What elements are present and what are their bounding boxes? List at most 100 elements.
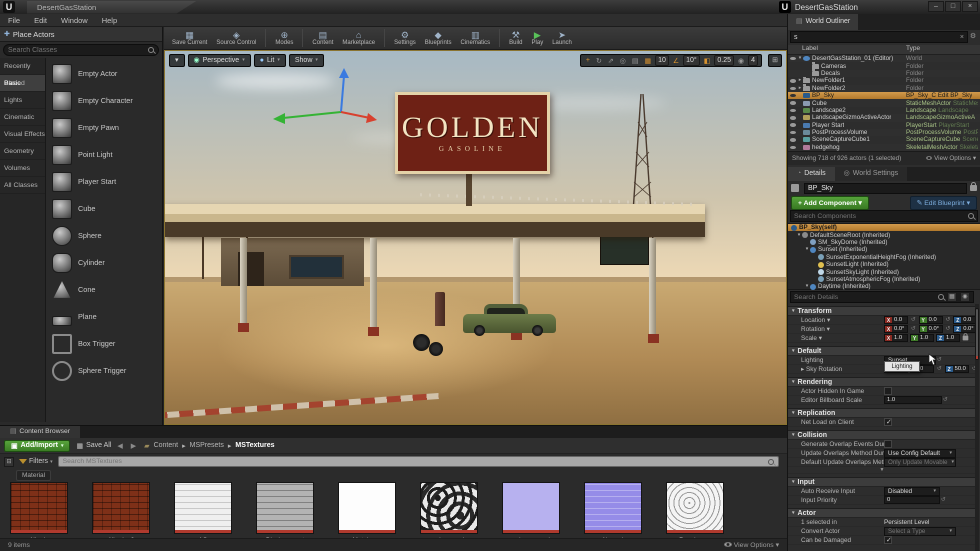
update-overlaps-dropdown[interactable]: Use Config Default▾	[884, 449, 956, 458]
details-scrollbar[interactable]	[975, 304, 979, 551]
scale-lock-icon[interactable]	[963, 336, 969, 341]
column-type[interactable]: Type	[906, 45, 920, 52]
outliner-row-cube[interactable]: Cube StaticMeshActorStaticMeshActor	[788, 99, 980, 106]
rotation-snap-value[interactable]: 10°	[683, 55, 700, 66]
outliner-row-decals[interactable]: Decals Folder	[788, 70, 980, 77]
viewport[interactable]: GOLDEN GASOLINE ▾ ◉Perspective▾ ●Lit▾ Sh…	[164, 50, 787, 425]
section-collision[interactable]: ▾Collision	[788, 430, 976, 440]
auto-receive-input-dropdown[interactable]: Disabled▾	[884, 487, 940, 496]
world-local-icon[interactable]: ◎	[618, 57, 628, 65]
outliner-row-newfolder1[interactable]: ▸ NewFolder1 Folder	[788, 77, 980, 84]
actor-item-empty-pawn[interactable]: Empty Pawn	[46, 114, 162, 141]
menu-file[interactable]: File	[8, 16, 20, 25]
asset-tile-normal[interactable]: Normal	[584, 482, 642, 544]
asset-tile-albedo[interactable]: Albedo	[10, 482, 68, 544]
menu-window[interactable]: Window	[61, 16, 88, 25]
marketplace-button[interactable]: ⌂Marketplace	[342, 30, 375, 46]
material-filter-chip[interactable]: Material	[16, 470, 51, 481]
search-details-input[interactable]	[794, 294, 935, 301]
actor-item-empty-character[interactable]: Empty Character	[46, 87, 162, 114]
viewport-options-button[interactable]: ▾	[169, 54, 185, 67]
section-default[interactable]: ▾Default	[788, 346, 976, 356]
reset-icon[interactable]: ↺	[943, 397, 948, 403]
actor-item-cube[interactable]: Cube	[46, 195, 162, 222]
reset-icon[interactable]: ↺	[937, 366, 942, 372]
component-default-scene-root[interactable]: ▾ DefaultSceneRoot (Inherited)	[788, 231, 980, 238]
outliner-row-player-start[interactable]: Player Start PlayerStartPlayerStart	[788, 122, 980, 129]
eye-icon[interactable]	[788, 109, 797, 113]
category-visual-effects[interactable]: Visual Effects	[0, 126, 45, 143]
save-all-button[interactable]: ▦ Save All	[76, 442, 111, 450]
content-search[interactable]	[58, 456, 779, 467]
eye-icon[interactable]	[788, 57, 797, 61]
location-y-field[interactable]: 0.0	[927, 317, 942, 323]
rotation-z-field[interactable]: 0.0°	[961, 326, 976, 332]
settings-button[interactable]: ⚙Settings	[394, 30, 416, 46]
asset-tile-displacement[interactable]: Displacement	[256, 482, 314, 544]
outliner-row-newfolder2[interactable]: ▸ NewFolder2 Folder	[788, 85, 980, 92]
reset-icon[interactable]: ↺	[937, 357, 942, 363]
breadcrumb-mstextures[interactable]: MSTextures	[235, 442, 274, 449]
breadcrumb-mspresets[interactable]: MSPresets	[190, 442, 224, 449]
category-geometry[interactable]: Geometry	[0, 143, 45, 160]
scale-y-field[interactable]: 1.0	[918, 335, 933, 341]
grid-snap-icon[interactable]: ▦	[642, 57, 653, 65]
place-actors-search[interactable]	[3, 44, 159, 56]
modes-button[interactable]: ⊕Modes	[275, 30, 293, 46]
scale-x-field[interactable]: 1.0	[892, 335, 907, 341]
search-mstextures-input[interactable]	[63, 458, 768, 465]
cb-view-options-button[interactable]: View Options ▾	[724, 541, 779, 549]
category-all-classes[interactable]: All Classes	[0, 177, 45, 194]
section-transform[interactable]: ▾Transform	[788, 306, 976, 316]
net-load-checkbox[interactable]	[884, 418, 892, 426]
perspective-button[interactable]: ◉Perspective▾	[188, 54, 251, 67]
camera-speed-value[interactable]: 4	[748, 55, 758, 66]
breadcrumb-content[interactable]: Content	[154, 442, 179, 449]
generate-overlap-checkbox[interactable]	[884, 440, 892, 448]
actor-item-empty-actor[interactable]: Empty Actor	[46, 60, 162, 87]
actor-item-cone[interactable]: Cone	[46, 276, 162, 303]
add-import-button[interactable]: ▣ Add/Import ▾	[4, 440, 70, 452]
eye-icon[interactable]	[788, 116, 797, 120]
asset-tile-metalness[interactable]: Metalness	[338, 482, 396, 544]
component-sunset-atmosfog[interactable]: SunsetAtmosphericFog (Inherited)	[788, 276, 980, 283]
surface-snap-icon[interactable]: ▤	[630, 57, 641, 65]
outliner-row-bp-sky[interactable]: BP_Sky BP_Sky_CEdit BP_Sky	[788, 92, 980, 99]
section-actor[interactable]: ▾Actor	[788, 508, 976, 518]
scale-snap-icon[interactable]: ◧	[702, 57, 713, 65]
actor-item-plane[interactable]: Plane	[46, 303, 162, 330]
section-rendering[interactable]: ▾Rendering	[788, 377, 976, 387]
location-z-field[interactable]: 0.0	[961, 317, 976, 323]
component-sunset-heightfog[interactable]: SunsetExponentialHeightFog (Inherited)	[788, 254, 980, 261]
outliner-search-input[interactable]	[794, 34, 960, 41]
build-button[interactable]: ⚒Build	[509, 30, 522, 46]
edit-blueprint-link[interactable]: Edit BP_Sky	[938, 92, 972, 99]
play-button[interactable]: ▶Play	[532, 30, 544, 46]
advanced-expander[interactable]: ▼	[788, 467, 976, 474]
reset-icon[interactable]: ↺	[946, 326, 951, 332]
outliner-row-hedgehog[interactable]: hedgehog SkeletalMeshActorSkeletalMeshAc…	[788, 144, 980, 151]
actor-item-box-trigger[interactable]: Box Trigger	[46, 330, 162, 357]
minimize-button[interactable]: –	[928, 1, 944, 12]
blueprints-button[interactable]: ◆Blueprints	[425, 30, 452, 46]
eye-icon[interactable]	[788, 146, 797, 150]
outliner-row-scene-capture[interactable]: SceneCaptureCube1 SceneCaptureCubeSceneC…	[788, 136, 980, 143]
details-tab[interactable]: ◔Details	[788, 167, 835, 181]
menu-help[interactable]: Help	[102, 16, 117, 25]
outliner-settings-icon[interactable]: ⚙	[968, 31, 978, 43]
actor-name-field[interactable]	[804, 183, 967, 194]
section-input[interactable]: ▾Input	[788, 477, 976, 487]
input-priority-field[interactable]: 0	[885, 497, 900, 503]
default-update-overlaps-dropdown[interactable]: Only Update Movable▾	[884, 458, 956, 467]
content-browser-tab[interactable]: ▤ Content Browser	[0, 426, 80, 438]
history-back-button[interactable]: ◀	[117, 442, 124, 450]
asset-tile-ao[interactable]: AO	[174, 482, 232, 544]
outliner-row-postprocess[interactable]: PostProcessVolume PostProcessVolumePostP…	[788, 129, 980, 136]
eye-icon[interactable]	[788, 131, 797, 135]
camera-speed-icon[interactable]: ◉	[736, 57, 746, 65]
component-sm-skydome[interactable]: SM_SkyDome (Inherited)	[788, 239, 980, 246]
world-settings-tab[interactable]: ◎World Settings	[835, 167, 908, 181]
sources-panel-icon[interactable]: ⊟	[4, 457, 14, 467]
category-volumes[interactable]: Volumes	[0, 160, 45, 177]
add-component-button[interactable]: + Add Component ▾	[791, 196, 869, 210]
